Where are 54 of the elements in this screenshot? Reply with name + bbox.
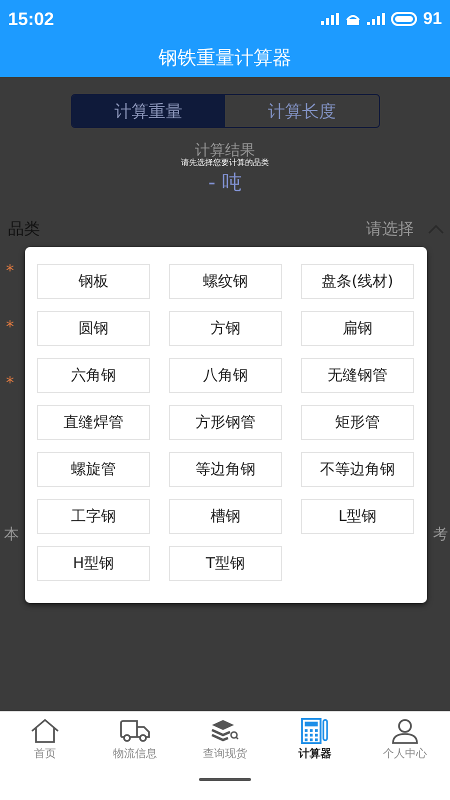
- category-option[interactable]: L型钢: [301, 499, 414, 534]
- category-option[interactable]: 钢板: [37, 264, 150, 299]
- category-option[interactable]: 六角钢: [37, 358, 150, 393]
- mode-tab[interactable]: 计算重量: [72, 95, 225, 127]
- nav-tab[interactable]: 个人中心: [360, 712, 450, 778]
- nav-label: 个人中心: [383, 746, 427, 761]
- category-option[interactable]: 盘条(线材): [301, 264, 414, 299]
- category-option[interactable]: 扁钢: [301, 311, 414, 346]
- nav-tab[interactable]: 查询现货: [180, 712, 270, 778]
- category-option[interactable]: 等边角钢: [169, 452, 282, 487]
- signal-icon: [367, 13, 386, 25]
- home-icon: [30, 718, 60, 744]
- required-mark: *: [6, 375, 14, 391]
- nav-tab[interactable]: 首页: [0, 712, 90, 778]
- nav-tab[interactable]: 物流信息: [90, 712, 180, 778]
- category-option[interactable]: 矩形管: [301, 405, 414, 440]
- result-value: - 吨: [208, 170, 242, 194]
- category-option[interactable]: 螺旋管: [37, 452, 150, 487]
- mode-tab[interactable]: 计算长度: [225, 95, 378, 127]
- category-option[interactable]: 无缝钢管: [301, 358, 414, 393]
- battery-level: 91: [423, 9, 442, 29]
- category-option[interactable]: T型钢: [169, 546, 282, 581]
- signal-icon: [321, 13, 340, 25]
- nav-label: 物流信息: [113, 746, 157, 761]
- category-option[interactable]: H型钢: [37, 546, 150, 581]
- truck-icon: [119, 718, 151, 744]
- nav-label: 查询现货: [203, 746, 247, 761]
- required-mark: *: [6, 319, 14, 335]
- person-icon: [390, 718, 420, 744]
- result-label: 计算结果: [195, 142, 255, 158]
- category-option[interactable]: 八角钢: [169, 358, 282, 393]
- category-select[interactable]: 请选择: [366, 218, 414, 240]
- hd-icon: [345, 13, 362, 25]
- category-option[interactable]: 不等边角钢: [301, 452, 414, 487]
- layers-search-icon: [210, 718, 240, 744]
- nav-label: 计算器: [298, 746, 332, 761]
- nav-label: 首页: [34, 746, 56, 761]
- category-option[interactable]: 直缝焊管: [37, 405, 150, 440]
- category-option[interactable]: 槽钢: [169, 499, 282, 534]
- note-text: 考: [433, 525, 448, 544]
- category-option[interactable]: 方钢: [169, 311, 282, 346]
- battery-icon: [391, 12, 418, 26]
- category-option[interactable]: 工字钢: [37, 499, 150, 534]
- category-option[interactable]: 圆钢: [37, 311, 150, 346]
- status-time: 15:02: [8, 8, 54, 30]
- calculator-icon: [299, 718, 331, 744]
- app-title: 钢铁重量计算器: [158, 46, 292, 70]
- category-option[interactable]: 方形钢管: [169, 405, 282, 440]
- home-indicator[interactable]: [199, 778, 251, 781]
- required-mark: *: [6, 263, 14, 279]
- toast-message: 请先选择您要计算的品类: [181, 158, 269, 168]
- nav-tab[interactable]: 计算器: [270, 712, 360, 778]
- category-option[interactable]: 螺纹钢: [169, 264, 282, 299]
- note-text: 本: [4, 525, 19, 544]
